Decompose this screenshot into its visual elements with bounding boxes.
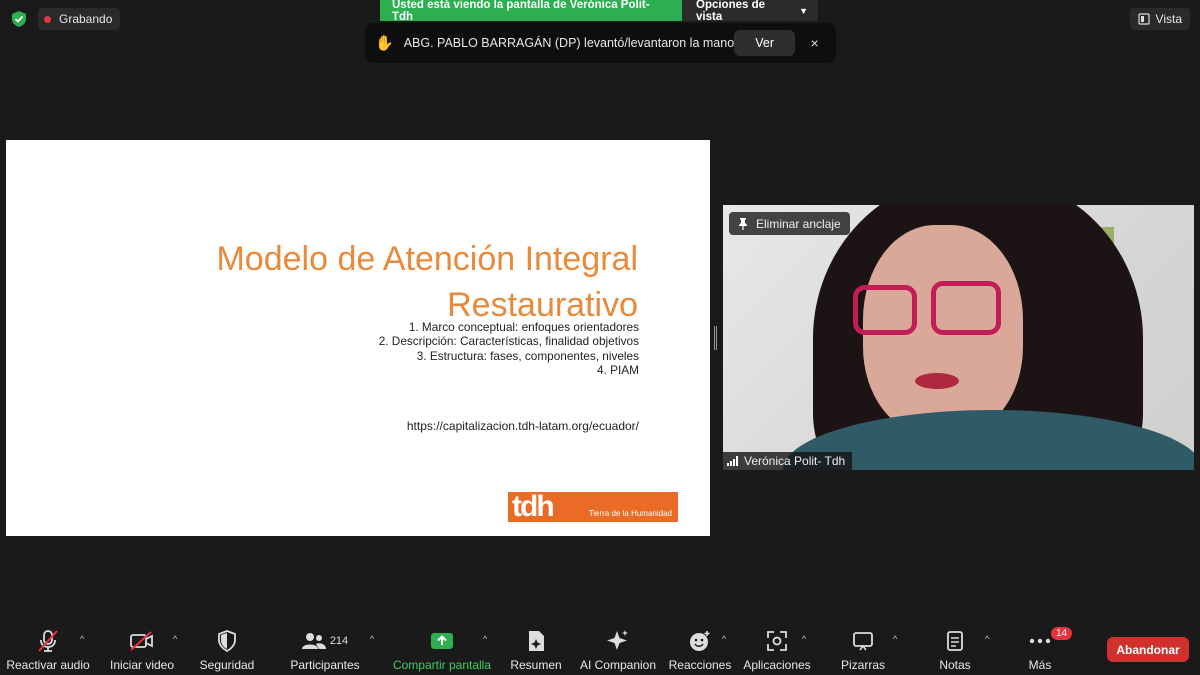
tdh-logo: tdh Tierra de la Humanidad <box>508 492 678 522</box>
slide-agenda-list: 1. Marco conceptual: enfoques orientador… <box>379 320 639 377</box>
notes-options-caret[interactable]: ^ <box>985 634 989 644</box>
share-screen-button[interactable]: Compartir pantalla <box>391 624 493 675</box>
shield-icon <box>218 630 236 652</box>
recording-dot-icon <box>44 15 51 23</box>
view-button[interactable]: Vista <box>1129 8 1190 30</box>
emoji-icon <box>690 631 710 651</box>
participants-count: 214 <box>329 635 349 647</box>
view-options-button[interactable]: Opciones de vista ▼ <box>682 0 818 23</box>
ai-companion-button[interactable]: AI Companion <box>578 624 658 675</box>
audio-options-caret[interactable]: ^ <box>80 634 84 644</box>
unmute-audio-button[interactable]: Reactivar audio <box>6 624 90 675</box>
recording-label: Grabando <box>59 12 113 26</box>
more-notification-badge: 14 <box>1051 627 1073 640</box>
apps-icon <box>767 631 787 651</box>
slide-url: https://capitalizacion.tdh-latam.org/ecu… <box>406 419 639 433</box>
video-options-caret[interactable]: ^ <box>173 634 177 644</box>
participant-video-tile[interactable]: Eliminar anclaje Verónica Polit- Tdh <box>723 205 1194 470</box>
share-options-caret[interactable]: ^ <box>483 634 487 644</box>
participant-name-label: Verónica Polit- Tdh <box>723 452 853 470</box>
security-shield-icon[interactable] <box>10 10 28 28</box>
reactions-button[interactable]: Reacciones <box>668 624 732 675</box>
meeting-toolbar: Reactivar audio ^ Iniciar video ^ Seguri… <box>0 624 1200 675</box>
microphone-muted-icon <box>38 630 58 652</box>
grid-icon <box>1137 13 1150 25</box>
list-item: 4. PIAM <box>597 362 639 377</box>
chevron-down-icon: ▼ <box>799 5 808 16</box>
notes-icon <box>947 631 963 651</box>
whiteboard-icon <box>853 632 873 651</box>
view-notification-button[interactable]: Ver <box>734 30 796 56</box>
list-item: 1. Marco conceptual: enfoques orientador… <box>408 320 639 334</box>
security-button[interactable]: Seguridad <box>196 624 258 675</box>
signal-strength-icon <box>727 456 738 466</box>
notes-button[interactable]: Notas <box>930 624 980 675</box>
more-dots-icon <box>1029 638 1051 644</box>
share-banner-text: Usted está viendo la pantalla de Verónic… <box>380 0 682 23</box>
sparkle-icon <box>607 630 628 650</box>
whiteboards-button[interactable]: Pizarras <box>838 624 888 675</box>
whiteboards-options-caret[interactable]: ^ <box>893 634 897 644</box>
summary-button[interactable]: Resumen <box>508 624 564 675</box>
share-screen-icon <box>431 633 453 649</box>
shared-screen-slide: Modelo de Atención Integral Restaurativo… <box>6 140 710 536</box>
notification-message: ABG. PABLO BARRAGÁN (DP) levantó/levanta… <box>403 36 735 50</box>
raise-hand-notification: ✋ ABG. PABLO BARRAGÁN (DP) levantó/levan… <box>365 23 836 63</box>
recording-indicator[interactable]: Grabando <box>38 8 121 30</box>
participants-icon <box>301 633 326 649</box>
camera-off-icon <box>130 631 153 651</box>
list-item: 2. Descripción: Características, finalid… <box>378 334 639 349</box>
participants-options-caret[interactable]: ^ <box>370 634 374 644</box>
leave-meeting-button[interactable]: Abandonar <box>1107 637 1189 662</box>
slide-title: Modelo de Atención Integral Restaurativo <box>216 240 638 324</box>
summary-document-icon <box>529 631 544 651</box>
apps-button[interactable]: Aplicaciones <box>742 624 812 675</box>
pin-icon <box>739 217 747 230</box>
list-item: 3. Estructura: fases, componentes, nivel… <box>416 348 639 363</box>
participants-button[interactable]: 214 Participantes <box>288 624 362 675</box>
resize-handle[interactable] <box>714 326 718 350</box>
reactions-options-caret[interactable]: ^ <box>722 634 726 644</box>
close-icon[interactable]: × <box>807 35 822 51</box>
unpin-button[interactable]: Eliminar anclaje <box>729 212 850 235</box>
screen-share-banner: Usted está viendo la pantalla de Verónic… <box>380 0 818 23</box>
apps-options-caret[interactable]: ^ <box>802 634 806 644</box>
raised-hand-icon: ✋ <box>375 35 394 52</box>
start-video-button[interactable]: Iniciar video <box>106 624 178 675</box>
